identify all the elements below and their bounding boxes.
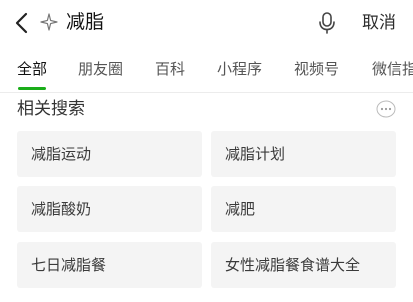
search-input[interactable]: 减脂 bbox=[66, 9, 104, 35]
related-search-label: 减脂计划 bbox=[225, 145, 286, 163]
tab-encyclopedia[interactable]: 百科 bbox=[155, 59, 185, 79]
more-icon[interactable] bbox=[376, 100, 396, 118]
tab-wechat-index[interactable]: 微信指 bbox=[372, 59, 413, 79]
related-search-item[interactable]: 女性减脂餐食谱大全 bbox=[211, 242, 396, 288]
tab-moments[interactable]: 朋友圈 bbox=[78, 59, 123, 79]
tab-all[interactable]: 全部 bbox=[17, 59, 47, 79]
related-searches-title: 相关搜索 bbox=[17, 99, 85, 119]
related-search-item[interactable]: 减脂计划 bbox=[211, 131, 396, 177]
related-search-label: 减脂运动 bbox=[31, 145, 92, 163]
related-search-item[interactable]: 减肥 bbox=[211, 186, 396, 232]
related-search-item[interactable]: 减脂酸奶 bbox=[17, 186, 202, 232]
microphone-icon[interactable] bbox=[317, 11, 337, 35]
search-tabs: 全部 朋友圈 百科 小程序 视频号 微信指 bbox=[0, 46, 413, 93]
tab-channels[interactable]: 视频号 bbox=[294, 59, 339, 79]
cancel-button[interactable]: 取消 bbox=[362, 10, 396, 36]
tab-mini-programs[interactable]: 小程序 bbox=[217, 59, 262, 79]
related-search-item[interactable]: 减脂运动 bbox=[17, 131, 202, 177]
related-search-label: 七日减脂餐 bbox=[31, 256, 107, 274]
related-search-item[interactable]: 七日减脂餐 bbox=[17, 242, 202, 288]
related-search-label: 减脂酸奶 bbox=[31, 200, 92, 218]
related-search-label: 减肥 bbox=[225, 200, 256, 218]
back-arrow-icon[interactable] bbox=[12, 11, 32, 35]
sparkle-icon bbox=[40, 13, 58, 31]
search-bar: 减脂 取消 bbox=[0, 0, 413, 46]
related-search-label: 女性减脂餐食谱大全 bbox=[225, 256, 361, 274]
active-tab-indicator bbox=[18, 87, 46, 90]
